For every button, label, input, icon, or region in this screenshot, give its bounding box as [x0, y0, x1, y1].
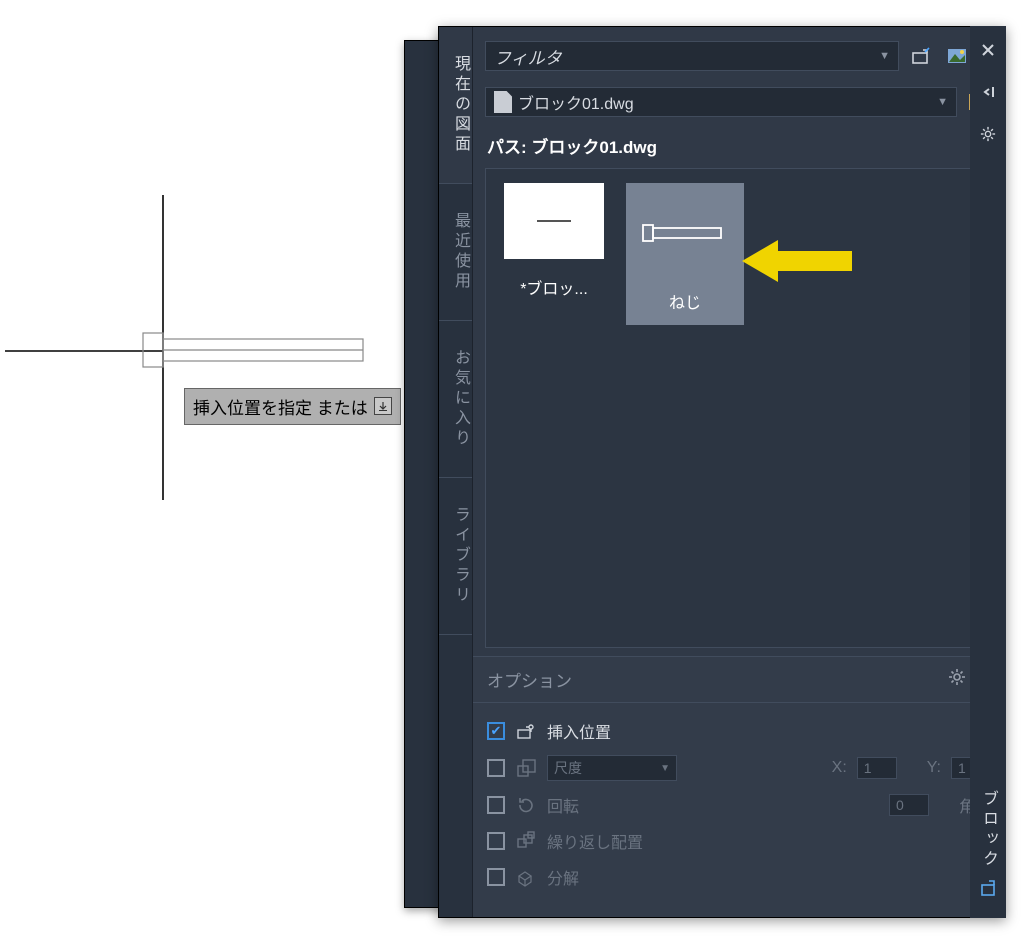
file-name: ブロック01.dwg — [518, 90, 634, 114]
path-label: パス: ブロック01.dwg — [473, 125, 1005, 164]
dropdown-icon[interactable] — [374, 397, 392, 415]
thumbnail-screw[interactable]: ねじ — [626, 183, 744, 325]
file-combo[interactable]: ブロック01.dwg ▼ — [485, 87, 957, 117]
insert-point-checkbox[interactable] — [487, 722, 505, 740]
scale-combo[interactable]: 尺度 ▼ — [547, 755, 677, 781]
gear-icon[interactable] — [948, 668, 966, 691]
chevron-down-icon: ▼ — [937, 96, 948, 108]
tab-current-drawing[interactable]: 現在の図面 — [439, 27, 472, 184]
gear-icon[interactable] — [978, 124, 998, 144]
option-scale: 尺度 ▼ X: 1 Y: 1 — [487, 749, 991, 787]
insert-point-label: 挿入位置 — [547, 719, 611, 743]
options-header[interactable]: オプション ▼ — [473, 657, 1005, 703]
rotation-input[interactable]: 0 — [889, 794, 929, 816]
palette-title: ブロック — [976, 790, 1000, 870]
block-insert-icon[interactable] — [978, 878, 998, 898]
tab-recent[interactable]: 最近使用 — [439, 184, 472, 321]
drawing-canvas[interactable] — [0, 0, 410, 936]
file-icon — [494, 91, 512, 113]
repeat-checkbox[interactable] — [487, 832, 505, 850]
close-icon[interactable] — [978, 40, 998, 60]
option-repeat: 繰り返し配置 — [487, 823, 991, 859]
option-rotation: 回転 0 角度 — [487, 787, 991, 823]
chevron-down-icon: ▼ — [879, 50, 890, 62]
filter-combo[interactable]: フィルタ ▼ — [485, 41, 899, 71]
option-insert-point: 挿入位置 — [487, 713, 991, 749]
thumbnail-label: ねじ — [632, 289, 738, 313]
explode-icon — [515, 866, 537, 888]
filter-placeholder: フィルタ — [494, 44, 562, 69]
image-placeholder-icon[interactable] — [943, 42, 971, 70]
block-palette: 現在の図面 最近使用 お気に入り ライブラリ フィルタ ▼ — [438, 26, 1006, 918]
right-icon-strip: ブロック — [970, 26, 1006, 918]
insert-point-icon — [515, 720, 537, 742]
option-explode: 分解 — [487, 859, 991, 895]
explode-checkbox[interactable] — [487, 868, 505, 886]
scale-y-label: Y: — [927, 759, 941, 777]
scale-checkbox[interactable] — [487, 759, 505, 777]
options-section: オプション ▼ 挿入位置 — [473, 656, 1005, 917]
rotation-label: 回転 — [547, 793, 579, 817]
repeat-icon — [515, 830, 537, 852]
tab-favorites[interactable]: お気に入り — [439, 321, 472, 478]
command-prompt: 挿入位置を指定 または — [184, 388, 401, 425]
chevron-down-icon: ▼ — [660, 763, 670, 774]
command-prompt-text: 挿入位置を指定 または — [193, 394, 368, 419]
repeat-label: 繰り返し配置 — [547, 829, 643, 853]
scale-label: 尺度 — [554, 758, 582, 778]
options-title: オプション — [487, 667, 572, 692]
scale-x-label: X: — [832, 759, 847, 777]
thumbnail-label: *ブロッ... — [500, 275, 608, 299]
rotation-checkbox[interactable] — [487, 796, 505, 814]
side-tab-strip: 現在の図面 最近使用 お気に入り ライブラリ — [439, 27, 473, 917]
thumbnail-area: *ブロッ... ねじ — [485, 168, 993, 648]
collapse-icon[interactable] — [978, 82, 998, 102]
rotate-icon — [515, 794, 537, 816]
scale-icon — [515, 757, 537, 779]
explode-label: 分解 — [547, 865, 579, 889]
scale-x-input[interactable]: 1 — [857, 757, 897, 779]
thumbnail-block[interactable]: *ブロッ... — [500, 183, 608, 299]
sync-icon[interactable] — [907, 42, 935, 70]
tab-library[interactable]: ライブラリ — [439, 478, 472, 635]
panel-body: フィルタ ▼ ▼ — [473, 27, 1005, 917]
